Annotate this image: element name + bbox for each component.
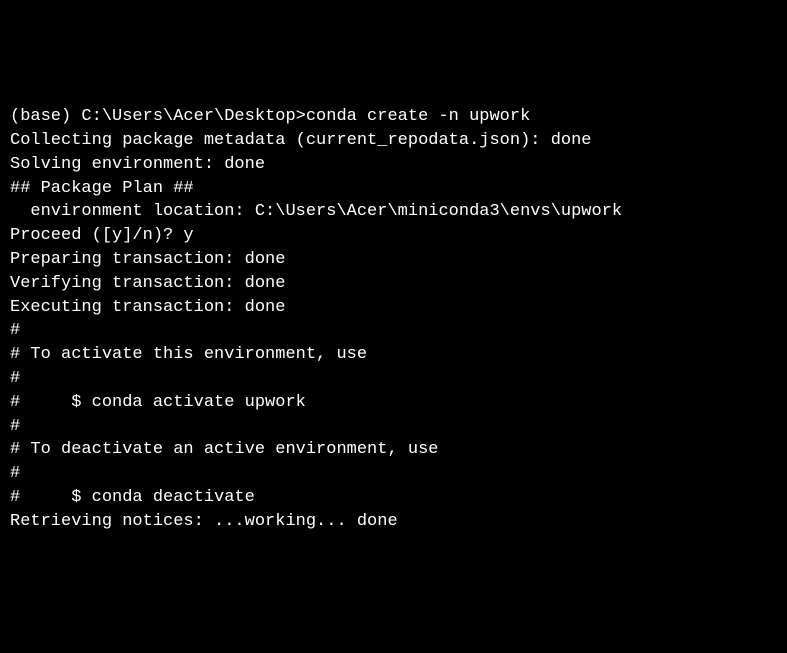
terminal-line: # $ conda activate upwork bbox=[10, 391, 777, 415]
terminal-line: # To deactivate an active environment, u… bbox=[10, 438, 777, 462]
terminal-output[interactable]: (base) C:\Users\Acer\Desktop>conda creat… bbox=[10, 105, 777, 533]
terminal-line: environment location: C:\Users\Acer\mini… bbox=[10, 200, 777, 224]
terminal-line: Collecting package metadata (current_rep… bbox=[10, 129, 777, 153]
terminal-line: Retrieving notices: ...working... done bbox=[10, 510, 777, 534]
terminal-line: Proceed ([y]/n)? y bbox=[10, 224, 777, 248]
terminal-line: ## Package Plan ## bbox=[10, 177, 777, 201]
terminal-line: # bbox=[10, 462, 777, 486]
terminal-line: # bbox=[10, 367, 777, 391]
terminal-line: # bbox=[10, 319, 777, 343]
terminal-line: Verifying transaction: done bbox=[10, 272, 777, 296]
terminal-line: (base) C:\Users\Acer\Desktop>conda creat… bbox=[10, 105, 777, 129]
terminal-line: Executing transaction: done bbox=[10, 296, 777, 320]
terminal-line: # bbox=[10, 415, 777, 439]
terminal-line: Preparing transaction: done bbox=[10, 248, 777, 272]
terminal-line: # $ conda deactivate bbox=[10, 486, 777, 510]
terminal-line: # To activate this environment, use bbox=[10, 343, 777, 367]
terminal-line: Solving environment: done bbox=[10, 153, 777, 177]
